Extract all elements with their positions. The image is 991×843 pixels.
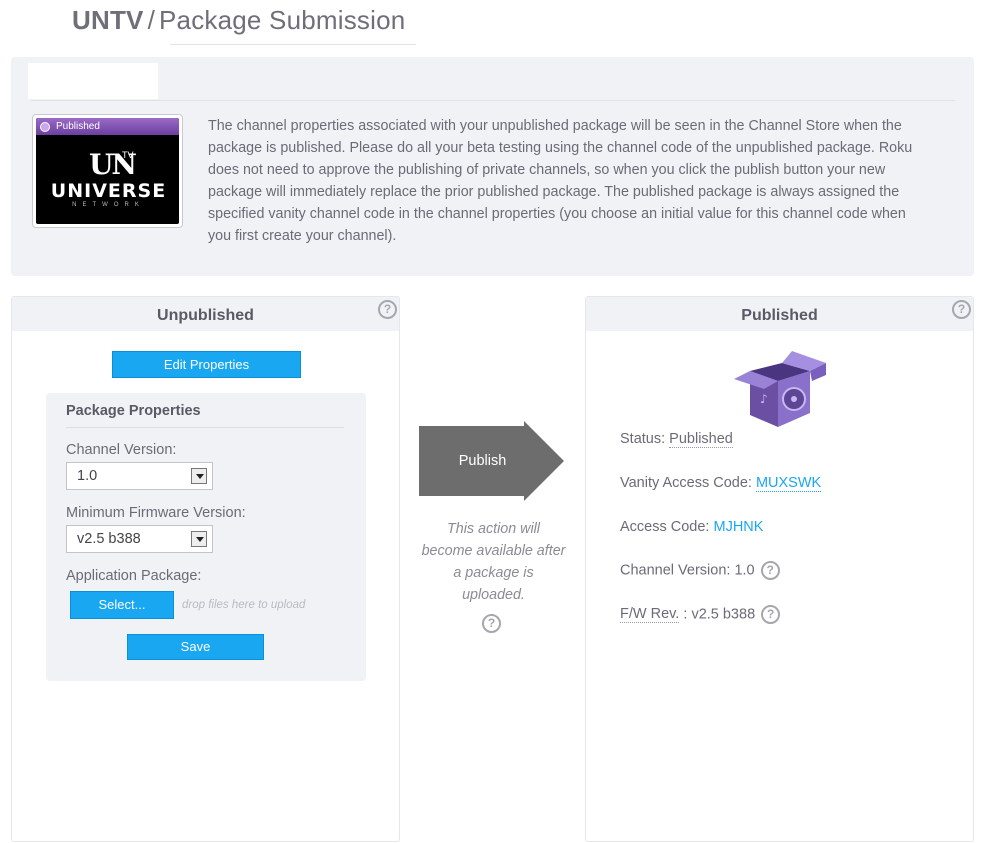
logo-network-text: NETWORK <box>72 202 145 208</box>
status-value: Published <box>669 431 733 448</box>
app-name: UNTV <box>72 5 144 35</box>
channel-version-help-icon[interactable]: ? <box>760 561 780 580</box>
badge-label: Published <box>56 121 100 132</box>
edit-properties-button[interactable]: Edit Properties <box>112 351 301 378</box>
publish-button[interactable]: Publish <box>420 453 545 469</box>
access-code-row: Access Code: MJHNK <box>620 519 763 535</box>
min-firmware-value: v2.5 b388 <box>77 531 141 547</box>
application-package-label: Application Package: <box>66 568 202 584</box>
info-description: The channel properties associated with y… <box>208 118 913 244</box>
published-help-icon[interactable]: ? <box>952 300 971 319</box>
vanity-code-link[interactable]: MUXSWK <box>755 475 822 492</box>
page-name: Package Submission <box>159 5 406 35</box>
access-code-link[interactable]: MJHNK <box>714 519 764 535</box>
published-badge: Published <box>36 118 179 135</box>
unpublished-header: Unpublished <box>12 297 399 331</box>
badge-dot-icon <box>40 121 50 132</box>
package-properties-divider <box>66 427 344 428</box>
save-button[interactable]: Save <box>127 634 264 660</box>
drop-zone[interactable]: drop files here to upload <box>182 599 305 611</box>
published-title: Published <box>741 307 818 324</box>
unpublished-panel: Unpublished ? Edit Properties Package Pr… <box>11 296 400 842</box>
vanity-code-row: Vanity Access Code: MUXSWK <box>620 475 822 492</box>
published-header: Published <box>586 297 973 331</box>
info-divider <box>31 100 955 101</box>
channel-artwork: Published UN TV UNIVERSE NETWORK <box>36 118 179 224</box>
info-panel: Published UN TV UNIVERSE NETWORK The cha… <box>11 57 974 276</box>
fw-rev-value: v2.5 b388 <box>691 606 756 623</box>
channel-version-select[interactable]: 1.0 <box>66 462 213 490</box>
logo-tv-text: TV <box>122 150 134 160</box>
published-channel-version-value: 1.0 <box>734 562 755 579</box>
package-properties-box: Package Properties Channel Version: 1.0 … <box>46 393 366 681</box>
fw-rev-help-icon[interactable]: ? <box>761 605 781 624</box>
publish-help-icon[interactable]: ? <box>482 614 501 633</box>
channel-version-value: 1.0 <box>77 468 98 484</box>
channel-version-row: Channel Version: 1.0 ? <box>620 561 780 580</box>
package-box-icon: ♪ <box>734 351 826 427</box>
package-properties-title: Package Properties <box>66 403 201 419</box>
select-file-button[interactable]: Select... <box>70 591 174 619</box>
status-label: Status: <box>620 431 666 447</box>
publish-note: This action will become available after … <box>421 521 566 603</box>
chevron-down-icon[interactable] <box>191 531 207 547</box>
page-title: UNTV / Package Submission <box>72 5 405 36</box>
unpublished-title: Unpublished <box>157 307 254 324</box>
vanity-code-label: Vanity Access Code: <box>620 475 752 491</box>
chevron-down-icon[interactable] <box>191 468 207 484</box>
published-channel-version-label: Channel Version: <box>620 562 731 579</box>
channel-thumbnail: Published UN TV UNIVERSE NETWORK <box>32 114 183 228</box>
logo-universe-text: UNIVERSE <box>50 180 167 202</box>
title-underline <box>170 44 416 45</box>
info-tab-area <box>28 63 158 99</box>
min-firmware-label: Minimum Firmware Version: <box>66 505 246 521</box>
fw-rev-separator: : <box>683 606 688 623</box>
published-panel: Published ? ♪ Status: Published Vanity A… <box>585 296 974 842</box>
min-firmware-select[interactable]: v2.5 b388 <box>66 525 213 553</box>
channel-version-label: Channel Version: <box>66 442 177 458</box>
title-separator: / <box>147 5 156 35</box>
unpublished-help-icon[interactable]: ? <box>378 300 397 319</box>
svg-text:♪: ♪ <box>760 392 768 406</box>
access-code-label: Access Code: <box>620 519 710 535</box>
fw-rev-row: F/W Rev. : v2.5 b388 ? <box>620 605 781 624</box>
fw-rev-label: F/W Rev. <box>620 606 680 624</box>
status-row: Status: Published <box>620 431 733 448</box>
